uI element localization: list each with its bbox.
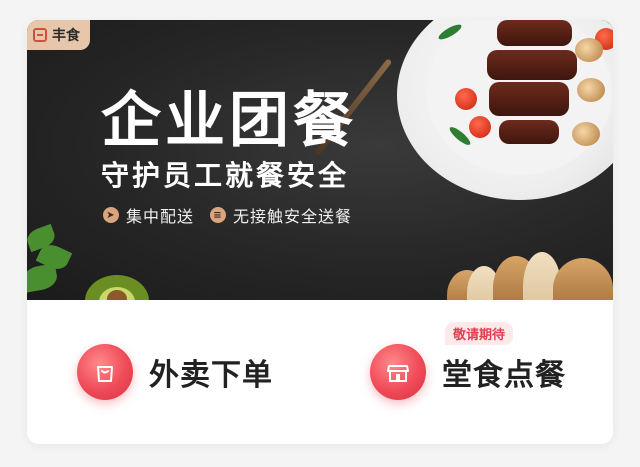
- enterprise-catering-card: 丰食 企业团餐 守护员工就餐安全 ➤ 集中配送 ≡ 无接触安全送餐 外卖下单 敬…: [27, 20, 613, 444]
- feature-label: 集中配送: [126, 207, 195, 226]
- tomato: [469, 116, 491, 138]
- onion: [575, 38, 603, 62]
- dine-in-order-button[interactable]: 堂食点餐: [370, 344, 566, 400]
- tomato: [455, 88, 477, 110]
- steak-slice: [497, 20, 572, 46]
- banner-headline: 企业团餐: [101, 86, 357, 156]
- delivery-icon: ➤: [103, 207, 119, 223]
- storefront-icon: [370, 344, 426, 400]
- brand-name: 丰食: [52, 28, 80, 44]
- steak-slice: [499, 120, 559, 144]
- promo-banner[interactable]: 丰食 企业团餐 守护员工就餐安全 ➤ 集中配送 ≡ 无接触安全送餐: [27, 20, 613, 300]
- shopping-bag-icon: [77, 344, 133, 400]
- brand-logo-icon: [33, 28, 47, 42]
- dine-in-order-label: 堂食点餐: [442, 358, 566, 393]
- onion: [577, 78, 605, 102]
- feature-contactless: ≡ 无接触安全送餐: [210, 203, 352, 227]
- action-row: 外卖下单 敬请期待 堂食点餐: [27, 300, 613, 444]
- contactless-icon: ≡: [210, 207, 226, 223]
- coming-soon-badge: 敬请期待: [445, 322, 514, 345]
- steak-slice: [489, 82, 569, 116]
- takeout-order-button[interactable]: 外卖下单: [77, 344, 273, 400]
- banner-subline: 守护员工就餐安全: [101, 159, 350, 192]
- steak-slice: [487, 50, 577, 80]
- takeout-order-label: 外卖下单: [149, 358, 273, 393]
- basil-leaf: [27, 263, 59, 293]
- onion: [572, 122, 600, 146]
- brand-tag: 丰食: [27, 20, 90, 50]
- feature-delivery: ➤ 集中配送: [103, 203, 194, 227]
- bread: [553, 258, 613, 300]
- feature-label: 无接触安全送餐: [233, 207, 353, 226]
